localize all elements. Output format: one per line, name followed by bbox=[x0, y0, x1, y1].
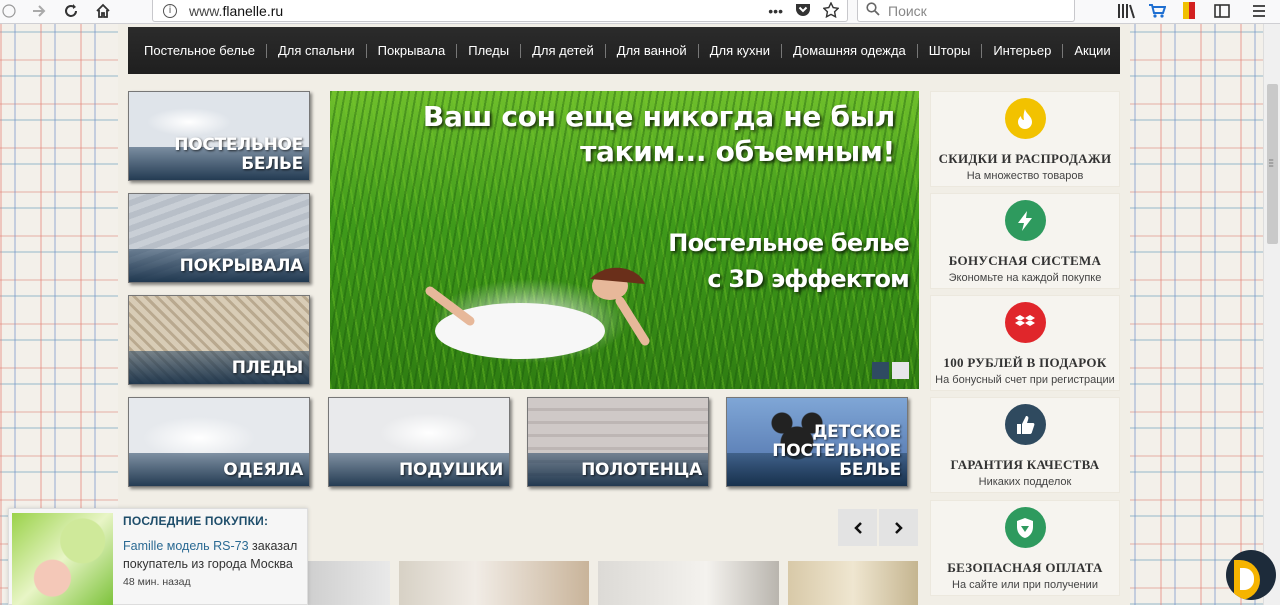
scrollbar-grip: ═ ═ ═ bbox=[1269, 158, 1274, 170]
category-tile-towels[interactable]: ПОЛОТЕНЦА bbox=[527, 397, 709, 487]
feature-subtitle: Экономьте на каждой покупке bbox=[948, 272, 1102, 284]
chat-widget-button[interactable] bbox=[1226, 550, 1276, 600]
feature-subtitle: На сайте или при получении bbox=[952, 579, 1098, 591]
banner-dot-active[interactable] bbox=[872, 362, 889, 379]
popup-time: 48 мин. назад bbox=[123, 576, 191, 588]
tile-label: ДЕТСКОЕ ПОСТЕЛЬНОЕ БЕЛЬЕ bbox=[772, 422, 901, 480]
product-thumbnail[interactable] bbox=[399, 561, 589, 605]
gift-box-icon bbox=[1004, 302, 1046, 343]
feature-block[interactable]: БОНУСНАЯ СИСТЕМА Экономьте на каждой поку… bbox=[930, 193, 1120, 289]
product-thumbnail[interactable] bbox=[598, 561, 779, 605]
feature-block[interactable]: БЕЗОПАСНАЯ ОПЛАТА На сайте или при получе… bbox=[930, 500, 1120, 596]
feature-title: СКИДКИ И РАСПРОДАЖИ bbox=[938, 151, 1112, 166]
popup-text: Famille модель RS-73 заказал покупатель … bbox=[123, 539, 298, 571]
nav-item[interactable]: Покрывала bbox=[378, 43, 446, 58]
recent-purchases-popup[interactable]: ПОСЛЕДНИЕ ПОКУПКИ: Famille модель RS-73 … bbox=[8, 508, 308, 605]
tile-label: ПОСТЕЛЬНОЕ БЕЛЬЕ bbox=[174, 135, 303, 174]
banner-headline: Ваш сон еще никогда не был таким... объем… bbox=[422, 100, 895, 168]
nav-item[interactable]: Пледы bbox=[468, 43, 509, 58]
product-image bbox=[12, 513, 113, 605]
popup-title: ПОСЛЕДНИЕ ПОКУПКИ: bbox=[123, 514, 269, 528]
forward-icon[interactable] bbox=[28, 0, 50, 22]
feature-title: БЕЗОПАСНАЯ ОПЛАТА bbox=[947, 560, 1103, 575]
category-tile-blankets[interactable]: ОДЕЯЛА bbox=[128, 397, 310, 487]
hero-banner[interactable]: Ваш сон еще никогда не был таким... объем… bbox=[330, 91, 919, 389]
bookmark-flag-icon[interactable] bbox=[1180, 0, 1198, 22]
category-tile-plaids[interactable]: ПЛЕДЫ bbox=[128, 295, 310, 385]
tile-label: ПЛЕДЫ bbox=[231, 358, 304, 378]
url-bar[interactable]: i www.flanelle.ru ••• bbox=[152, 0, 848, 22]
feature-title: 100 РУБЛЕЙ В ПОДАРОК bbox=[943, 355, 1107, 370]
nav-separator bbox=[365, 43, 367, 58]
tile-label: ПОДУШКИ bbox=[399, 460, 503, 480]
nav-separator bbox=[981, 43, 983, 58]
category-tile-bedding[interactable]: ПОСТЕЛЬНОЕ БЕЛЬЕ bbox=[128, 91, 310, 181]
banner-dot[interactable] bbox=[892, 362, 909, 379]
info-icon[interactable]: i bbox=[163, 3, 177, 18]
browser-search-box[interactable]: Поиск bbox=[857, 0, 1075, 22]
url-text: www.flanelle.ru bbox=[189, 2, 284, 19]
nav-separator bbox=[520, 43, 522, 58]
nav-separator bbox=[265, 43, 267, 58]
feature-block[interactable]: ГАРАНТИЯ КАЧЕСТВА Никаких подделок bbox=[930, 397, 1120, 493]
nav-separator bbox=[456, 43, 458, 58]
reload-icon[interactable] bbox=[60, 0, 82, 22]
cart-icon[interactable] bbox=[1146, 0, 1168, 22]
category-tile-pillows[interactable]: ПОДУШКИ bbox=[328, 397, 510, 487]
banner-pagination bbox=[872, 362, 909, 379]
nav-item[interactable]: Постельное белье bbox=[144, 43, 255, 58]
tile-label: ОДЕЯЛА bbox=[223, 460, 303, 480]
lightning-icon bbox=[1004, 200, 1046, 241]
browser-toolbar: i www.flanelle.ru ••• Поиск bbox=[0, 0, 1280, 24]
pocket-icon[interactable] bbox=[795, 2, 811, 20]
nav-item[interactable]: Для ванной bbox=[617, 43, 687, 58]
bookmark-star-icon[interactable] bbox=[822, 0, 840, 21]
nav-item[interactable]: Для спальни bbox=[278, 43, 355, 58]
nav-item[interactable]: Для детей bbox=[532, 43, 594, 58]
page-scrollbar[interactable]: ═ ═ ═ bbox=[1263, 24, 1280, 605]
shield-icon bbox=[1004, 507, 1046, 548]
nav-separator bbox=[781, 43, 783, 58]
nav-item[interactable]: Для кухни bbox=[710, 43, 770, 58]
nav-separator bbox=[1062, 43, 1064, 58]
category-tile-kids-bedding[interactable]: ДЕТСКОЕ ПОСТЕЛЬНОЕ БЕЛЬЕ bbox=[726, 397, 908, 487]
feature-block[interactable]: СКИДКИ И РАСПРОДАЖИ На множество товаров bbox=[930, 91, 1120, 187]
product-link[interactable]: Famille модель RS-73 bbox=[123, 539, 249, 553]
search-placeholder: Поиск bbox=[888, 2, 927, 19]
nav-item[interactable]: Домашняя одежда bbox=[793, 43, 906, 58]
carousel-prev-button[interactable] bbox=[838, 509, 877, 546]
feature-title: ГАРАНТИЯ КАЧЕСТВА bbox=[950, 457, 1100, 472]
tile-label: ПОКРЫВАЛА bbox=[179, 256, 304, 276]
carousel-next-button[interactable] bbox=[879, 509, 918, 546]
home-icon[interactable] bbox=[92, 0, 114, 22]
more-icon[interactable]: ••• bbox=[768, 3, 783, 19]
category-tile-covers[interactable]: ПОКРЫВАЛА bbox=[128, 193, 310, 283]
nav-separator bbox=[916, 43, 918, 58]
feature-block[interactable]: 100 РУБЛЕЙ В ПОДАРОК На бонусный счет при… bbox=[930, 295, 1120, 391]
tile-label: ПОЛОТЕНЦА bbox=[581, 460, 702, 480]
library-icon[interactable] bbox=[1115, 0, 1137, 22]
thumbs-up-icon bbox=[1004, 404, 1046, 445]
product-thumbnail[interactable] bbox=[308, 561, 390, 605]
product-thumbnail[interactable] bbox=[788, 561, 918, 605]
nav-item[interactable]: Шторы bbox=[929, 43, 971, 58]
menu-icon[interactable] bbox=[1249, 0, 1269, 22]
feature-title: БОНУСНАЯ СИСТЕМА bbox=[948, 253, 1102, 268]
search-icon bbox=[866, 1, 880, 20]
main-nav: Постельное белье Для спальни Покрывала Плед… bbox=[128, 27, 1120, 74]
fire-icon bbox=[1004, 98, 1046, 139]
banner-photo bbox=[425, 267, 650, 359]
back-icon[interactable] bbox=[0, 0, 18, 22]
nav-item[interactable]: Интерьер bbox=[993, 43, 1051, 58]
banner-subheadline: Постельное белье с 3D эффектом bbox=[668, 229, 910, 293]
nav-item[interactable]: Акции bbox=[1074, 43, 1110, 58]
feature-subtitle: На бонусный счет при регистрации bbox=[935, 374, 1115, 386]
sidebar-icon[interactable] bbox=[1211, 0, 1233, 22]
feature-subtitle: Никаких подделок bbox=[978, 476, 1072, 488]
nav-separator bbox=[697, 43, 699, 58]
nav-separator bbox=[604, 43, 606, 58]
feature-subtitle: На множество товаров bbox=[966, 170, 1084, 182]
